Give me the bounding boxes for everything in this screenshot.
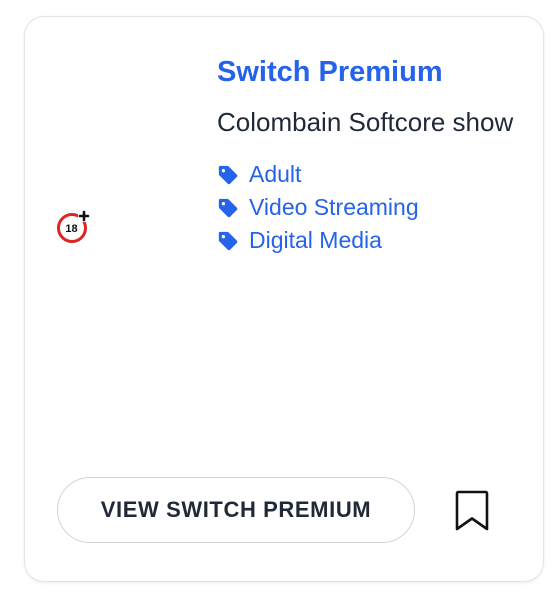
bookmark-icon[interactable] xyxy=(454,490,490,532)
tag-icon xyxy=(217,230,239,252)
tag-label: Video Streaming xyxy=(249,194,419,220)
tag-list: Adult Video Streaming Digital Media xyxy=(217,158,527,257)
tag-icon xyxy=(217,197,239,219)
svg-text:18: 18 xyxy=(65,223,77,235)
tool-description: Colombain Softcore show xyxy=(217,107,514,137)
tag-adult[interactable]: Adult xyxy=(217,158,527,191)
tag-icon xyxy=(217,164,239,186)
adult-18-plus-icon: 18 xyxy=(57,210,90,243)
card-content: Switch Premium Colombain Softcore show A… xyxy=(217,52,527,257)
tag-label: Adult xyxy=(249,161,302,187)
tag-video-streaming[interactable]: Video Streaming xyxy=(217,191,527,224)
tag-label: Digital Media xyxy=(249,227,382,253)
tag-digital-media[interactable]: Digital Media xyxy=(217,224,527,257)
view-tool-button[interactable]: VIEW SWITCH PREMIUM xyxy=(57,477,415,543)
tool-title[interactable]: Switch Premium xyxy=(217,52,527,92)
